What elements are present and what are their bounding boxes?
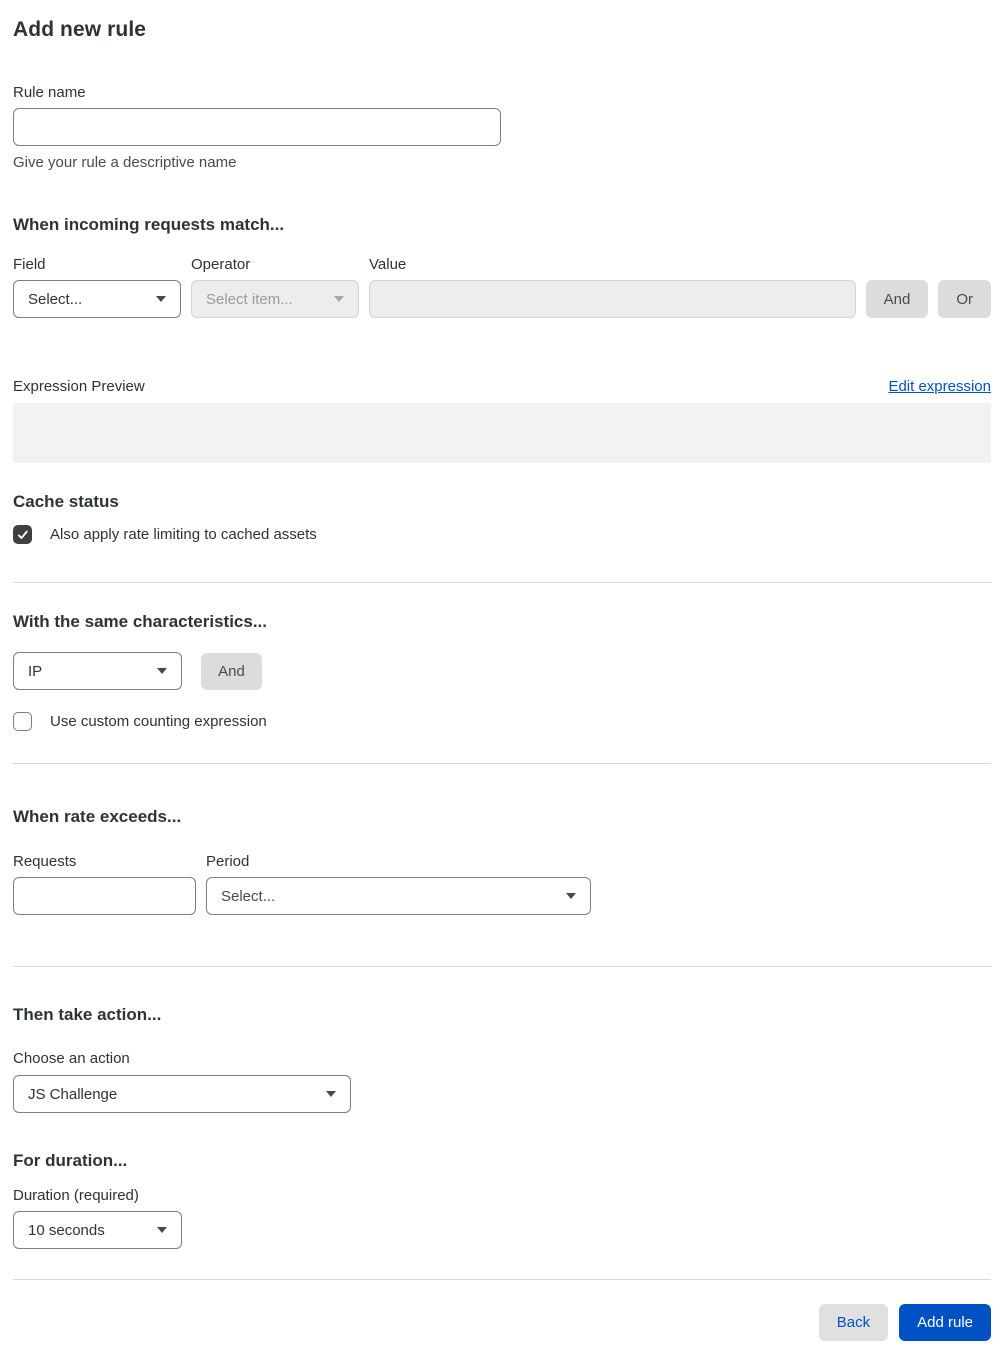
custom-counting-checkbox-row[interactable]: Use custom counting expression xyxy=(13,712,991,731)
rate-heading: When rate exceeds... xyxy=(13,807,182,826)
back-button[interactable]: Back xyxy=(818,1304,889,1341)
form-footer: Back Add rule xyxy=(13,1304,991,1341)
operator-select: Select item... xyxy=(191,280,359,318)
action-heading: Then take action... xyxy=(13,1005,162,1024)
cache-status-heading: Cache status xyxy=(13,492,119,511)
section-divider xyxy=(13,763,991,764)
period-select-value: Select... xyxy=(221,887,276,905)
edit-expression-link[interactable]: Edit expression xyxy=(888,378,991,395)
chevron-down-icon xyxy=(334,296,344,302)
operator-select-value: Select item... xyxy=(206,290,293,308)
match-condition-row: Field Select... Operator Select item... … xyxy=(13,255,991,318)
requests-input[interactable] xyxy=(13,877,196,915)
chevron-down-icon xyxy=(326,1091,336,1097)
rule-name-label: Rule name xyxy=(13,84,86,101)
and-characteristic-button[interactable]: And xyxy=(201,652,262,690)
duration-select-value: 10 seconds xyxy=(28,1221,105,1239)
expression-preview-label: Expression Preview xyxy=(13,378,145,395)
section-divider xyxy=(13,1279,991,1280)
checkbox-unchecked-icon[interactable] xyxy=(13,712,32,731)
duration-heading: For duration... xyxy=(13,1151,128,1170)
characteristics-heading: With the same characteristics... xyxy=(13,612,268,631)
operator-label: Operator xyxy=(191,256,251,273)
value-label: Value xyxy=(369,256,407,273)
chevron-down-icon xyxy=(156,296,166,302)
characteristic-select[interactable]: IP xyxy=(13,652,182,690)
add-rule-button[interactable]: Add rule xyxy=(899,1304,991,1341)
add-rule-form: Add new rule Rule name Give your rule a … xyxy=(0,0,1002,1355)
chevron-down-icon xyxy=(157,668,167,674)
action-select-value: JS Challenge xyxy=(28,1085,118,1103)
field-select-value: Select... xyxy=(28,290,83,308)
action-select[interactable]: JS Challenge xyxy=(13,1075,351,1113)
rate-row: Requests Period Select... xyxy=(13,852,991,915)
value-input xyxy=(369,280,856,318)
rule-name-input[interactable] xyxy=(13,108,501,146)
or-condition-button[interactable]: Or xyxy=(938,280,991,318)
cached-assets-checkbox-label: Also apply rate limiting to cached asset… xyxy=(50,526,317,543)
characteristic-select-value: IP xyxy=(28,662,43,680)
custom-counting-checkbox-label: Use custom counting expression xyxy=(50,713,267,730)
and-condition-button[interactable]: And xyxy=(865,280,929,318)
cached-assets-checkbox-row[interactable]: Also apply rate limiting to cached asset… xyxy=(13,525,991,544)
chevron-down-icon xyxy=(566,893,576,899)
choose-action-label: Choose an action xyxy=(13,1050,130,1067)
check-icon xyxy=(17,530,28,539)
expression-preview-header: Expression Preview Edit expression xyxy=(13,377,991,396)
period-select[interactable]: Select... xyxy=(206,877,591,915)
section-divider xyxy=(13,582,991,583)
duration-select[interactable]: 10 seconds xyxy=(13,1211,182,1249)
period-label: Period xyxy=(206,853,250,870)
field-select[interactable]: Select... xyxy=(13,280,181,318)
duration-label: Duration (required) xyxy=(13,1187,139,1204)
match-section-heading: When incoming requests match... xyxy=(13,215,285,234)
expression-preview-box xyxy=(13,403,991,463)
chevron-down-icon xyxy=(157,1227,167,1233)
checkbox-checked-icon[interactable] xyxy=(13,525,32,544)
rule-name-helper: Give your rule a descriptive name xyxy=(13,154,237,171)
requests-label: Requests xyxy=(13,853,77,870)
field-label: Field xyxy=(13,256,46,273)
page-title: Add new rule xyxy=(13,18,147,41)
section-divider xyxy=(13,966,991,967)
characteristics-row: IP And xyxy=(13,652,991,690)
